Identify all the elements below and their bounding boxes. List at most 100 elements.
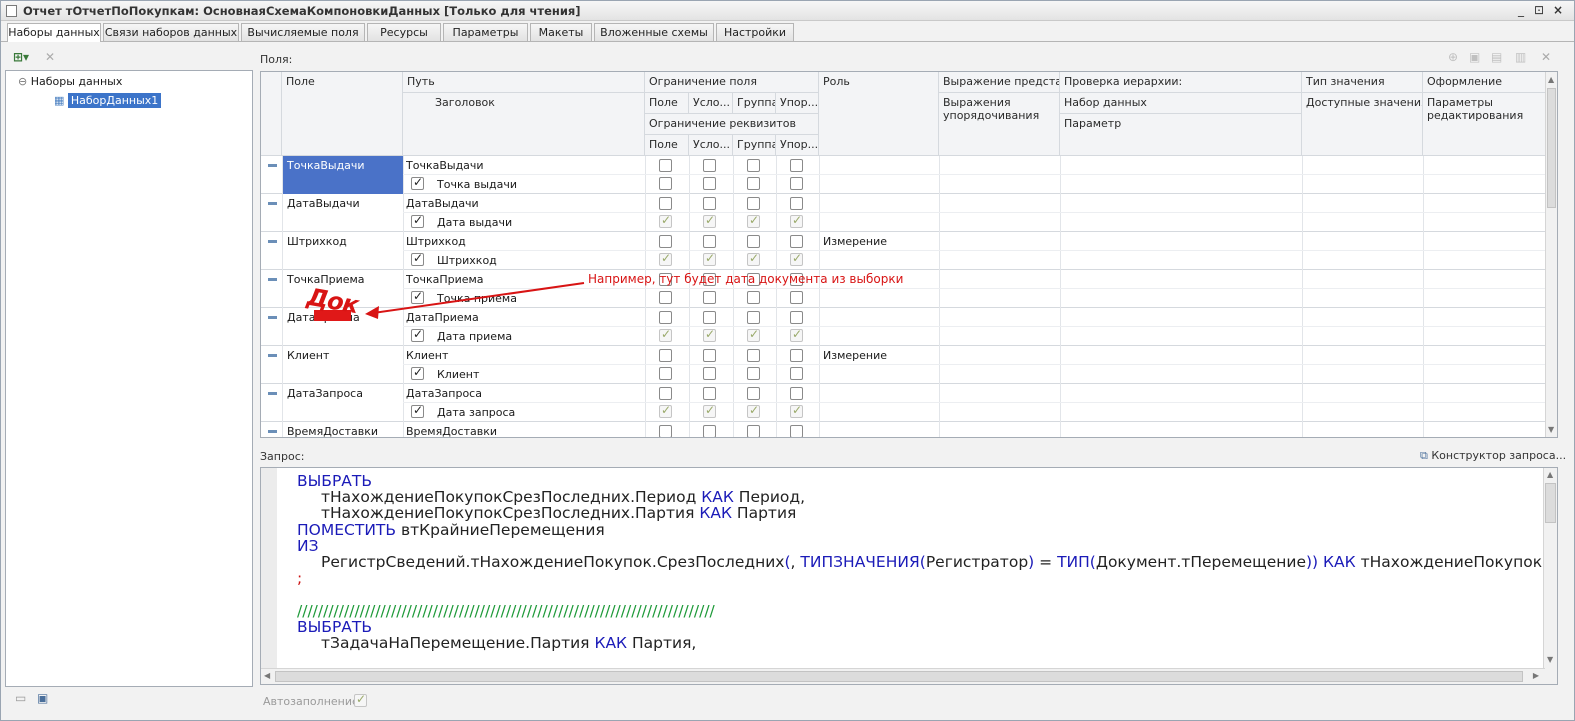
title-checkbox[interactable] xyxy=(411,175,424,190)
field-name-cell[interactable]: ТочкаВыдачи xyxy=(283,156,403,194)
restriction-checkbox[interactable] xyxy=(703,235,716,248)
query-scroll-thumb[interactable] xyxy=(1545,483,1556,523)
tree-root-item[interactable]: ⊖ Наборы данных xyxy=(18,75,122,88)
tab-templates[interactable]: Макеты xyxy=(530,23,592,41)
path-cell[interactable]: ТочкаВыдачи xyxy=(406,159,636,172)
req-restriction-checkbox[interactable] xyxy=(659,403,672,418)
restriction-checkbox[interactable] xyxy=(659,197,672,210)
req-restriction-checkbox[interactable] xyxy=(790,213,803,228)
path-cell[interactable]: ДатаЗапроса xyxy=(406,387,636,400)
req-restriction-checkbox[interactable] xyxy=(747,291,760,304)
field-name-cell[interactable]: ДатаЗапроса xyxy=(283,384,403,402)
close-button[interactable]: × xyxy=(1550,3,1566,18)
field-name-cell[interactable]: ТочкаПриема xyxy=(283,270,403,288)
copy-field-icon[interactable]: ▣ xyxy=(1469,50,1480,64)
tab-dataset-links[interactable]: Связи наборов данных xyxy=(103,23,239,41)
autofill-checkbox[interactable] xyxy=(354,692,367,707)
req-restriction-checkbox[interactable] xyxy=(659,367,672,380)
restriction-checkbox[interactable] xyxy=(790,197,803,210)
req-restriction-checkbox[interactable] xyxy=(703,213,716,228)
delete-field-icon[interactable]: ✕ xyxy=(1541,50,1551,64)
query-scroll-down-icon[interactable]: ▼ xyxy=(1547,655,1553,664)
title-cell[interactable]: Дата приема xyxy=(437,330,637,343)
req-restriction-checkbox[interactable] xyxy=(659,327,672,342)
title-checkbox[interactable] xyxy=(411,365,424,380)
delete-icon[interactable]: ✕ xyxy=(45,50,55,64)
title-checkbox[interactable] xyxy=(411,403,424,418)
tab-nested-schemes[interactable]: Вложенные схемы xyxy=(594,23,714,41)
req-restriction-checkbox[interactable] xyxy=(703,177,716,190)
scroll-thumb[interactable] xyxy=(1547,88,1556,208)
query-vscroll[interactable]: ▲ ▼ xyxy=(1543,468,1557,684)
field-name-cell[interactable]: ВремяДоставки xyxy=(283,422,403,437)
title-checkbox[interactable] xyxy=(411,289,424,304)
restriction-checkbox[interactable] xyxy=(790,387,803,400)
tab-parameters[interactable]: Параметры xyxy=(443,23,528,41)
field-name-cell[interactable]: Штрихкод xyxy=(283,232,403,250)
add-dataset-icon[interactable]: ⊞▾ xyxy=(13,50,29,64)
req-restriction-checkbox[interactable] xyxy=(790,327,803,342)
title-checkbox[interactable] xyxy=(411,251,424,266)
restriction-checkbox[interactable] xyxy=(747,311,760,324)
role-cell[interactable]: Измерение xyxy=(823,235,933,248)
minimize-button[interactable]: _ xyxy=(1513,3,1529,18)
req-restriction-checkbox[interactable] xyxy=(703,367,716,380)
req-restriction-checkbox[interactable] xyxy=(703,291,716,304)
req-restriction-checkbox[interactable] xyxy=(790,251,803,266)
restriction-checkbox[interactable] xyxy=(747,349,760,362)
title-checkbox[interactable] xyxy=(411,327,424,342)
req-restriction-checkbox[interactable] xyxy=(747,367,760,380)
folder-icon[interactable]: ▥ xyxy=(1515,50,1526,64)
req-restriction-checkbox[interactable] xyxy=(790,403,803,418)
title-cell[interactable]: Дата запроса xyxy=(437,406,637,419)
collapse-icon[interactable]: ⊖ xyxy=(18,75,31,88)
save-icon[interactable]: ▣ xyxy=(37,691,48,705)
req-restriction-checkbox[interactable] xyxy=(747,251,760,266)
path-cell[interactable]: ВремяДоставки xyxy=(406,425,636,437)
restriction-checkbox[interactable] xyxy=(790,349,803,362)
req-restriction-checkbox[interactable] xyxy=(659,291,672,304)
query-editor[interactable]: ВЫБРАТЬ тНахождениеПокупокСрезПоследних.П… xyxy=(260,467,1558,685)
title-cell[interactable]: Точка выдачи xyxy=(437,178,637,191)
table-row[interactable]: ТочкаВыдачиТочкаВыдачи Точка выдачи xyxy=(261,156,1546,194)
path-cell[interactable]: Клиент xyxy=(406,349,636,362)
req-restriction-checkbox[interactable] xyxy=(790,177,803,190)
table-row[interactable]: ШтрихкодШтрихкодШтрихкодИзмерение xyxy=(261,232,1546,270)
req-restriction-checkbox[interactable] xyxy=(790,367,803,380)
restriction-checkbox[interactable] xyxy=(659,159,672,172)
scroll-up-icon[interactable]: ▲ xyxy=(1548,75,1554,84)
restriction-checkbox[interactable] xyxy=(703,425,716,437)
restriction-checkbox[interactable] xyxy=(659,349,672,362)
req-restriction-checkbox[interactable] xyxy=(747,403,760,418)
restriction-checkbox[interactable] xyxy=(790,425,803,437)
restriction-checkbox[interactable] xyxy=(790,159,803,172)
open-icon[interactable]: ▭ xyxy=(15,691,26,705)
table-row[interactable]: КлиентКлиентКлиентИзмерение xyxy=(261,346,1546,384)
path-cell[interactable]: ДатаВыдачи xyxy=(406,197,636,210)
req-restriction-checkbox[interactable] xyxy=(703,403,716,418)
restriction-checkbox[interactable] xyxy=(747,159,760,172)
req-restriction-checkbox[interactable] xyxy=(659,251,672,266)
add-folder-icon[interactable]: ▤ xyxy=(1491,50,1502,64)
add-field-icon[interactable]: ⊕ xyxy=(1448,50,1458,64)
req-restriction-checkbox[interactable] xyxy=(747,213,760,228)
table-row[interactable]: ДатаПриемаДатаПриемаДата приема xyxy=(261,308,1546,346)
restriction-checkbox[interactable] xyxy=(790,311,803,324)
query-scroll-left-icon[interactable]: ◀ xyxy=(264,671,270,680)
restore-button[interactable]: ⊡ xyxy=(1531,3,1547,18)
req-restriction-checkbox[interactable] xyxy=(747,177,760,190)
field-name-cell[interactable]: Клиент xyxy=(283,346,403,364)
req-restriction-checkbox[interactable] xyxy=(659,177,672,190)
req-restriction-checkbox[interactable] xyxy=(703,327,716,342)
title-cell[interactable]: Штрихкод xyxy=(437,254,637,267)
req-restriction-checkbox[interactable] xyxy=(747,327,760,342)
title-checkbox[interactable] xyxy=(411,213,424,228)
table-row[interactable]: ДатаЗапросаДатаЗапроса Дата запроса xyxy=(261,384,1546,422)
grid-scrollbar[interactable]: ▲ ▼ xyxy=(1545,72,1557,437)
role-cell[interactable]: Измерение xyxy=(823,349,933,362)
req-restriction-checkbox[interactable] xyxy=(703,251,716,266)
restriction-checkbox[interactable] xyxy=(747,235,760,248)
restriction-checkbox[interactable] xyxy=(659,235,672,248)
tab-settings[interactable]: Настройки xyxy=(716,23,794,41)
restriction-checkbox[interactable] xyxy=(790,235,803,248)
